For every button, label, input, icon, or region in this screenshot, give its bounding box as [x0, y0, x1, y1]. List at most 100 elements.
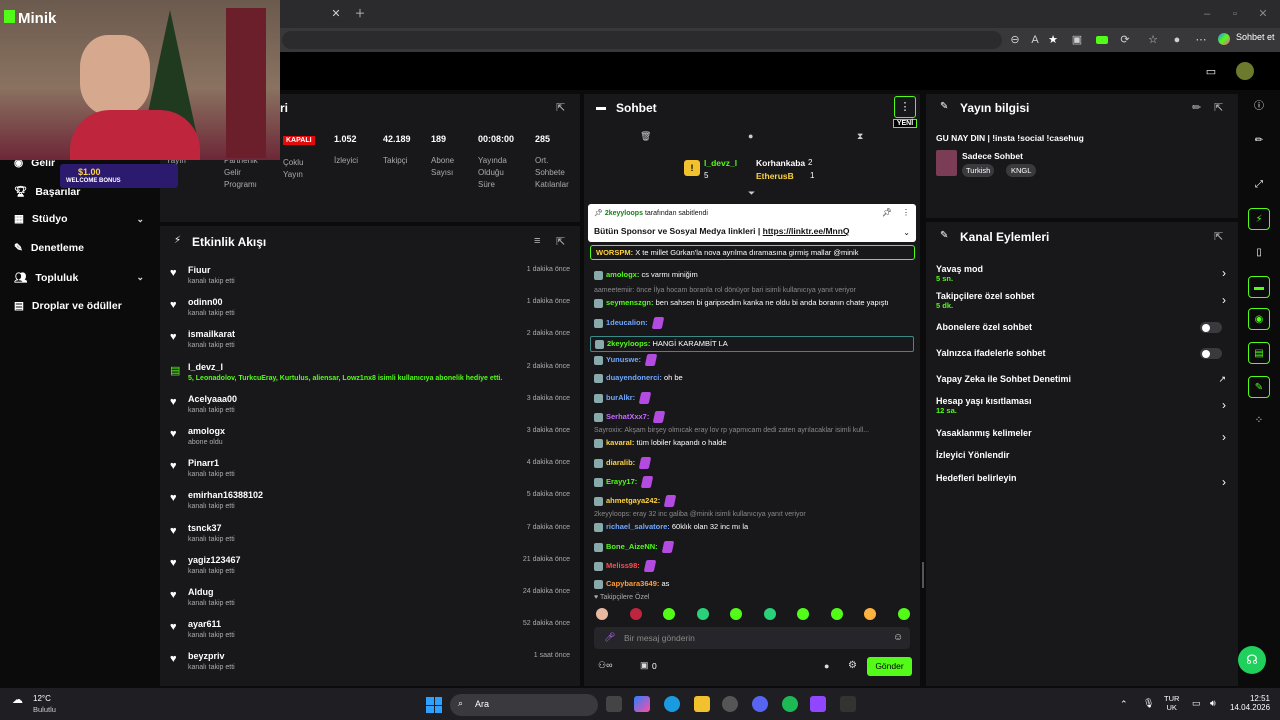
- chat-username[interactable]: burAlkr:: [606, 393, 635, 402]
- activity-username[interactable]: l_devz_l: [188, 362, 223, 372]
- read-aloud-icon[interactable]: A: [1028, 33, 1042, 47]
- url-field[interactable]: [282, 31, 1002, 49]
- channel-action-row[interactable]: Yavaş mod 5 sn. ›: [936, 264, 1226, 284]
- taskbar-search[interactable]: [450, 694, 598, 716]
- copilot-chat-label[interactable]: Sohbet et: [1236, 32, 1275, 42]
- channel-action-row[interactable]: Yalnızca ifadelerle sohbet: [936, 348, 1226, 368]
- activity-username[interactable]: odinn00: [188, 297, 223, 307]
- activity-item[interactable]: ♥ Aldug kanalı takip etti 24 dakika önce: [168, 587, 572, 619]
- activity-item[interactable]: ♥ ayar611 kanalı takip etti 52 dakika önce: [168, 619, 572, 651]
- expand-icon[interactable]: ⏷: [748, 188, 755, 199]
- activity-username[interactable]: Fiuur: [188, 265, 211, 275]
- activity-item[interactable]: ♥ ismailkarat kanalı takip etti 2 dakika ön…: [168, 329, 572, 361]
- chevron-down-icon[interactable]: ⌄: [903, 228, 910, 237]
- favorites-icon[interactable]: ☆: [1146, 33, 1160, 47]
- activity-item[interactable]: ♥ Fiuur kanalı takip etti 1 dakika önce: [168, 265, 572, 297]
- hourglass-icon[interactable]: ⧗: [857, 131, 863, 142]
- emote-shortcut[interactable]: [629, 608, 642, 620]
- task-view-icon[interactable]: [606, 696, 622, 712]
- stats-rail-icon[interactable]: ▤: [1248, 342, 1270, 364]
- document-icon[interactable]: ▯: [1248, 242, 1270, 264]
- pencil-icon[interactable]: ✏︎: [1248, 130, 1270, 152]
- activity-username[interactable]: Aldug: [188, 587, 214, 597]
- channel-action-row[interactable]: Yasaklanmış kelimeler ›: [936, 428, 1226, 448]
- activity-username[interactable]: tsnck37: [188, 523, 222, 533]
- activity-item[interactable]: ♥ Acelyaaa00 kanalı takip etti 3 dakika önc…: [168, 394, 572, 426]
- channel-action-row[interactable]: Takipçilere özel sohbet 5 dk. ›: [936, 291, 1226, 311]
- activity-item[interactable]: ♥ emirhan16388102 kanalı takip etti 5 dakik…: [168, 490, 572, 522]
- broadcast-icon[interactable]: ◉: [1248, 308, 1270, 330]
- trash-icon[interactable]: 🗑︎: [640, 131, 651, 142]
- activity-username[interactable]: Pinarr1: [188, 458, 219, 468]
- toggle-switch[interactable]: [1200, 348, 1222, 359]
- pinned-link[interactable]: https://linktr.ee/MnnQ: [763, 226, 850, 236]
- sidebar-item-studyo[interactable]: ▦ Stüdyo ⌄: [14, 213, 144, 225]
- emote-shortcut[interactable]: [797, 608, 809, 620]
- chat-menu-button[interactable]: ⋮: [894, 96, 916, 118]
- support-headset-icon[interactable]: ☊: [1238, 646, 1266, 674]
- bolt-icon[interactable]: ⚡︎: [1248, 208, 1270, 230]
- chat-username[interactable]: SerhatXxx7:: [606, 412, 649, 421]
- chat-bubble-icon[interactable]: ●: [748, 131, 753, 141]
- popout-icon[interactable]: ⇱: [556, 101, 565, 114]
- emote-shortcut[interactable]: [730, 608, 742, 620]
- chat-username[interactable]: Meliss98:: [606, 561, 640, 570]
- emote-shortcut[interactable]: [663, 608, 675, 620]
- category-thumbnail[interactable]: [936, 150, 957, 176]
- activity-username[interactable]: beyzpriv: [188, 651, 225, 661]
- language-indicator[interactable]: TUR UK: [1164, 694, 1179, 712]
- activity-username[interactable]: ayar611: [188, 619, 221, 629]
- tray-chevron-icon[interactable]: ⌃: [1120, 699, 1128, 710]
- toggle-switch[interactable]: [1200, 322, 1222, 333]
- emote-shortcut[interactable]: [596, 608, 608, 620]
- emote-shortcut[interactable]: [830, 608, 843, 620]
- chat-username[interactable]: amologx:: [606, 270, 639, 279]
- obs-icon[interactable]: [810, 696, 826, 712]
- popout-icon[interactable]: ⇱: [556, 235, 565, 248]
- emote-shortcut[interactable]: [696, 608, 709, 620]
- chat-settings-bubble-icon[interactable]: ●: [824, 661, 829, 671]
- chat-username[interactable]: 2keyyloops:: [607, 339, 650, 348]
- network-icon[interactable]: ▭: [1192, 698, 1201, 709]
- channel-action-row[interactable]: Hesap yaşı kısıtlaması 12 sa. ›: [936, 396, 1226, 416]
- popout-icon[interactable]: ⇱: [1214, 101, 1223, 114]
- activity-item[interactable]: ♥ amologx abone oldu 3 dakika önce: [168, 426, 572, 458]
- pinned-menu-icon[interactable]: ⋮: [902, 208, 910, 217]
- top-user-2[interactable]: Korhankaba: [756, 158, 805, 168]
- stream-category[interactable]: Sadece Sohbet: [962, 151, 1023, 161]
- chat-username[interactable]: Bone_AizeNN:: [606, 542, 658, 551]
- windows-start-icon[interactable]: [426, 697, 442, 713]
- chat-username[interactable]: Yunuswe:: [606, 355, 641, 364]
- mic-tray-icon[interactable]: 🎙︎: [1143, 698, 1154, 709]
- zoom-icon[interactable]: ⊖: [1008, 33, 1022, 47]
- edge-icon[interactable]: [664, 696, 680, 712]
- chat-username[interactable]: richael_salvatore:: [606, 522, 670, 531]
- sidebar-item-denetleme[interactable]: ✎ Denetleme: [14, 242, 144, 254]
- chat-username[interactable]: kavaraI:: [606, 438, 634, 447]
- apps-icon[interactable]: ⁘: [1248, 410, 1270, 432]
- extension-icon[interactable]: ▣: [1070, 33, 1084, 47]
- tag-turkish[interactable]: Turkish: [962, 164, 995, 177]
- maximize-icon[interactable]: ▫: [1228, 7, 1242, 21]
- users-icon[interactable]: ⚇∞: [598, 660, 612, 671]
- file-explorer-icon[interactable]: [694, 696, 710, 712]
- popout-icon[interactable]: ⇱: [1214, 230, 1223, 243]
- channel-action-row[interactable]: Yapay Zeka ile Sohbet Denetimi ↗: [936, 374, 1226, 394]
- extensions-puzzle-icon[interactable]: ⟳: [1118, 33, 1132, 47]
- kick-extension-icon[interactable]: [1096, 36, 1108, 44]
- more-icon[interactable]: ⋯: [1194, 33, 1208, 47]
- favorite-star-icon[interactable]: ★: [1046, 33, 1060, 47]
- channel-action-row[interactable]: İzleyici Yönlendir: [936, 450, 1226, 470]
- spotify-icon[interactable]: [782, 696, 798, 712]
- volume-icon[interactable]: 🔊︎: [1210, 698, 1216, 709]
- activity-item[interactable]: ▤ l_devz_l 5, Leonadolov, TurkcuEray, Kurt…: [168, 362, 572, 394]
- activity-username[interactable]: Acelyaaa00: [188, 394, 237, 404]
- activity-username[interactable]: ismailkarat: [188, 329, 235, 339]
- temperature[interactable]: 12°C: [33, 694, 51, 703]
- minimize-icon[interactable]: –: [1200, 7, 1214, 21]
- chat-rail-icon[interactable]: ▬: [1248, 276, 1270, 298]
- activity-username[interactable]: amologx: [188, 426, 225, 436]
- channel-action-row[interactable]: Abonelere özel sohbet: [936, 322, 1226, 342]
- activity-username[interactable]: yagiz123467: [188, 555, 241, 565]
- chat-username[interactable]: Capybara3649:: [606, 579, 659, 588]
